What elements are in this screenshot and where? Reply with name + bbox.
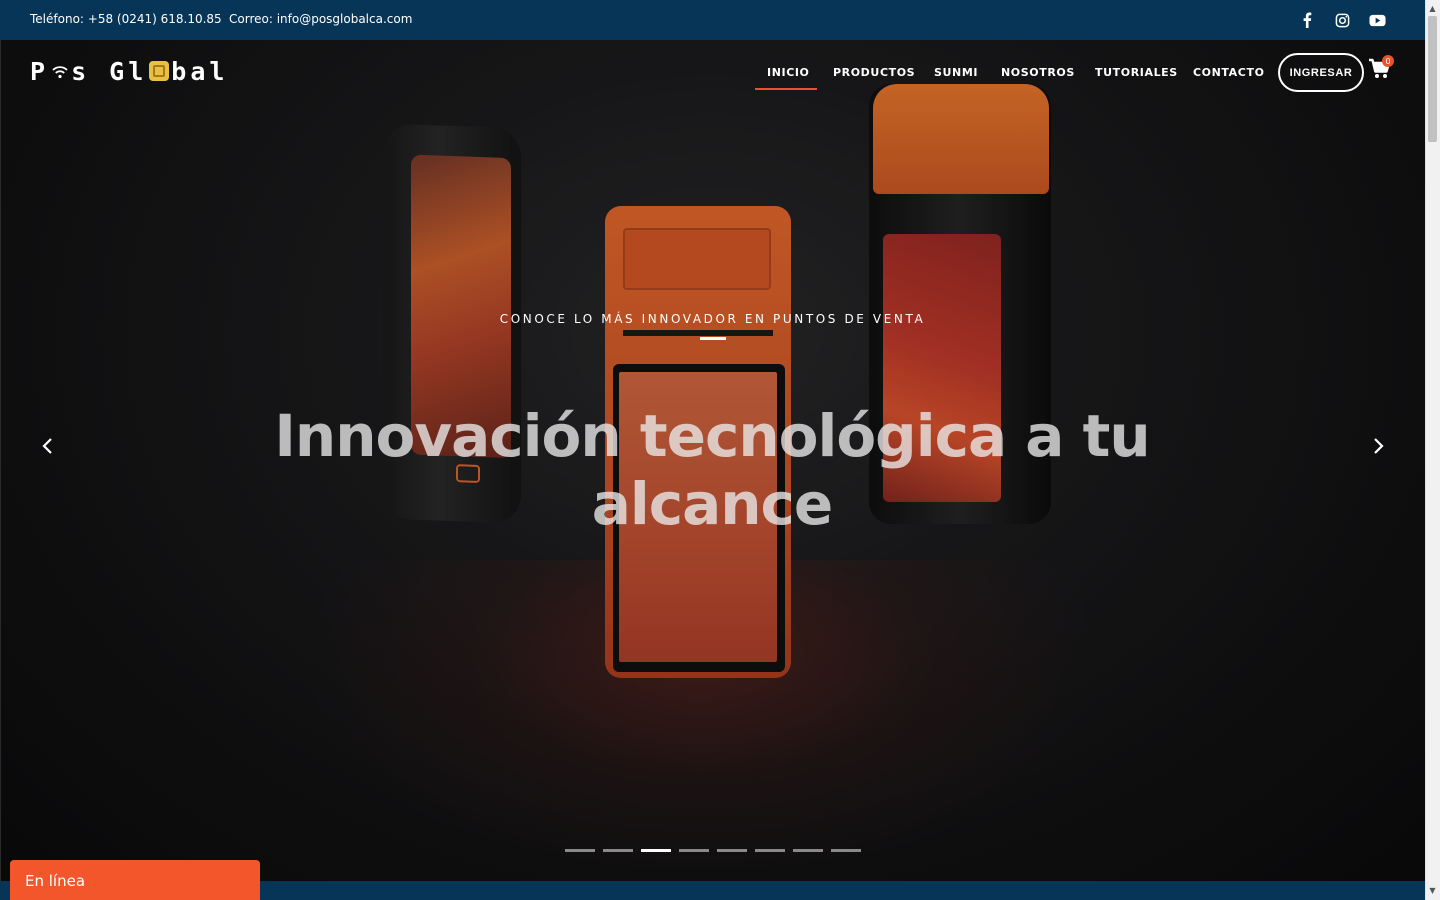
youtube-icon[interactable] [1368, 11, 1386, 29]
instagram-icon[interactable] [1333, 11, 1351, 29]
hero-headline: Innovación tecnológica a tu alcance [212, 402, 1212, 538]
slider-dot[interactable] [565, 849, 595, 852]
slider-dot[interactable] [717, 849, 747, 852]
slider-dot[interactable] [793, 849, 823, 852]
live-chat-widget[interactable]: En línea [10, 860, 260, 900]
nav-item-contacto[interactable]: CONTACTO [1193, 66, 1265, 80]
nav-item-productos[interactable]: PRODUCTOS [833, 66, 915, 80]
slider-next-arrow-icon[interactable] [1368, 436, 1388, 456]
scroll-down-icon[interactable]: ▼ [1428, 886, 1437, 895]
logo-text-middle: s Gl [71, 56, 148, 86]
nav-item-sunmi[interactable]: SUNMI [934, 66, 978, 80]
slider-dot[interactable] [831, 849, 861, 852]
logo-text-end: bal [171, 56, 229, 86]
cart-count-badge: 0 [1382, 55, 1394, 67]
slider-prev-arrow-icon[interactable] [38, 436, 58, 456]
hero-headline-line1: Innovación tecnológica a tu [274, 402, 1150, 470]
slider-dot[interactable] [679, 849, 709, 852]
nav-active-indicator [755, 88, 817, 90]
slider-pagination [565, 849, 861, 852]
nav-item-tutoriales[interactable]: TUTORIALES [1095, 66, 1178, 80]
nav-item-nosotros[interactable]: NOSOTROS [1001, 66, 1075, 80]
wifi-icon [52, 66, 68, 79]
chip-icon [149, 61, 170, 81]
hero-eyebrow-divider [700, 337, 726, 340]
logo-text-start: P [30, 56, 50, 86]
posglobal-logo[interactable]: P s Gl bal [30, 56, 228, 86]
scrollbar-thumb[interactable] [1428, 16, 1437, 142]
slider-dot[interactable] [603, 849, 633, 852]
facebook-icon[interactable] [1298, 11, 1316, 29]
phone-info: Teléfono: +58 (0241) 618.10.85 [30, 12, 222, 26]
scroll-up-icon[interactable]: ▲ [1428, 4, 1437, 13]
top-info-bar: Teléfono: +58 (0241) 618.10.85 Correo: i… [0, 0, 1425, 40]
slider-dot[interactable] [755, 849, 785, 852]
hero-headline-line2: alcance [591, 470, 834, 538]
nav-item-inicio[interactable]: INICIO [767, 66, 810, 80]
email-info[interactable]: Correo: info@posglobalca.com [229, 12, 412, 26]
slider-dot-active[interactable] [641, 849, 671, 852]
hero-eyebrow: CONOCE LO MÁS INNOVADOR EN PUNTOS DE VEN… [499, 312, 926, 326]
login-button[interactable]: INGRESAR [1278, 53, 1364, 92]
